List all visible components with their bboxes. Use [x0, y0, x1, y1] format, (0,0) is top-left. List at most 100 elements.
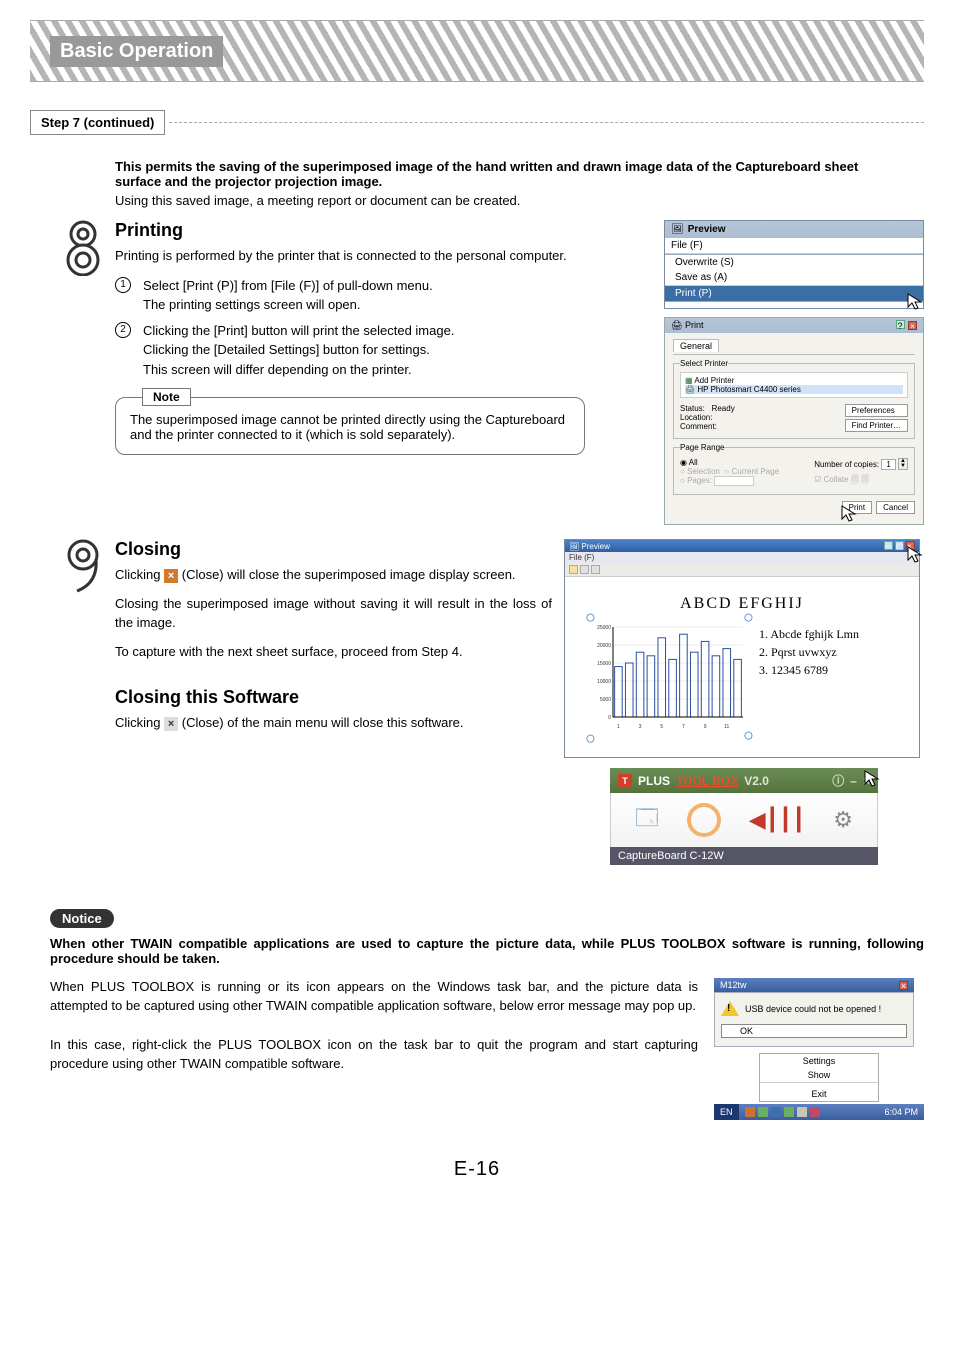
- superimposed-preview-window: 🖼 Preview ‒ ▢ × File (F) A: [564, 539, 920, 758]
- minimize-icon[interactable]: –: [850, 774, 857, 788]
- section-heading: Basic Operation: [50, 36, 223, 67]
- printing-lead: Printing is performed by the printer tha…: [115, 247, 644, 266]
- brand-plus: PLUS: [638, 774, 670, 788]
- overwrite-item[interactable]: Overwrite (S): [665, 255, 923, 270]
- copies-row: Number of copies: 1 ▲▼: [814, 458, 908, 470]
- print-dialog: 🖨 Print ? × General Select Printer ▦ Add…: [664, 317, 924, 525]
- printer-icon: 🖨: [671, 320, 682, 330]
- closing-p3: To capture with the next sheet surface, …: [115, 643, 552, 662]
- tool-icon[interactable]: [580, 565, 589, 574]
- print-dialog-title: Print: [685, 320, 704, 330]
- tray-icon[interactable]: [810, 1107, 820, 1117]
- tray-icon[interactable]: [758, 1107, 768, 1117]
- ctx-show[interactable]: Show: [760, 1068, 878, 1082]
- closing-p1: Clicking × (Close) will close the superi…: [115, 566, 552, 585]
- context-menu: Settings Show Exit: [759, 1053, 879, 1102]
- notice-p1: When PLUS TOOLBOX is running or its icon…: [50, 978, 698, 1016]
- tool-icon[interactable]: [569, 565, 578, 574]
- page-number: E-16: [30, 1158, 924, 1181]
- page-range-label: Page Range: [680, 443, 724, 452]
- range-selection: ○ Selection ○ Current Page: [680, 467, 779, 476]
- svg-text:1: 1: [617, 724, 620, 730]
- intro-sub: Using this saved image, a meeting report…: [115, 193, 884, 208]
- closing-p2: Closing the superimposed image without s…: [115, 595, 552, 633]
- tray-icon[interactable]: [771, 1107, 781, 1117]
- warning-icon: [721, 1001, 739, 1016]
- closing-title: Closing: [115, 539, 552, 560]
- close-icon: ×: [164, 569, 178, 583]
- svg-text:3: 3: [639, 724, 642, 730]
- capture-button[interactable]: [687, 803, 721, 837]
- big-preview-title: Preview: [581, 542, 609, 551]
- svg-text:25000: 25000: [597, 625, 611, 631]
- window-icon: 🖼: [671, 224, 684, 235]
- svg-text:9: 9: [704, 724, 707, 730]
- close-icon[interactable]: ×: [908, 321, 917, 330]
- saveas-item[interactable]: Save as (A): [665, 270, 923, 285]
- range-pages: ○ Pages:: [680, 476, 779, 486]
- feed-icon[interactable]: ◀┃┃┃: [749, 807, 806, 833]
- tray-icon[interactable]: [745, 1107, 755, 1117]
- step-chip: Step 7 (continued): [30, 110, 165, 135]
- close-icon[interactable]: ×: [899, 981, 908, 990]
- step-number-8-icon: [65, 220, 101, 525]
- cursor-icon: [864, 770, 882, 788]
- error-title: M12tw: [720, 980, 747, 990]
- settings-icon[interactable]: ⚙: [833, 807, 853, 833]
- file-menu[interactable]: File (F): [565, 552, 919, 563]
- ctx-settings[interactable]: Settings: [760, 1054, 878, 1068]
- taskbar: EN 6:04 PM: [714, 1104, 924, 1120]
- canvas-list-3: 3. 12345 6789: [759, 661, 859, 679]
- marker-circle-icon: ○: [743, 725, 754, 746]
- range-all[interactable]: ◉ All: [680, 458, 779, 467]
- printer-entry[interactable]: 🖨 HP Photosmart C4400 series: [685, 385, 903, 394]
- brand-version: V2.0: [744, 774, 769, 788]
- tray-icon[interactable]: [784, 1107, 794, 1117]
- canvas-heading: ABCD EFGHIJ: [587, 595, 897, 613]
- close-icon: ×: [164, 717, 178, 731]
- status-label: Status:: [680, 404, 705, 413]
- cursor-icon: [841, 505, 859, 523]
- general-tab[interactable]: General: [673, 339, 719, 352]
- collate-check: ☑ Collate 🗐 🗐: [814, 474, 908, 488]
- error-dialog: M12tw × USB device could not be opened !…: [714, 978, 914, 1047]
- select-printer-label: Select Printer: [680, 359, 728, 368]
- svg-text:15000: 15000: [597, 661, 611, 667]
- print-step-2: 2Clicking the [Print] button will print …: [115, 321, 644, 380]
- minimize-icon[interactable]: ‒: [884, 541, 893, 550]
- svg-text:5: 5: [660, 724, 663, 730]
- preview-title: Preview: [688, 224, 726, 235]
- canvas-list-1: 1. Abcde fghijk Lmn: [759, 625, 859, 643]
- maximize-icon[interactable]: ▢: [895, 541, 904, 550]
- scan-icon[interactable]: 🗔: [635, 801, 659, 839]
- help-icon[interactable]: ?: [896, 320, 905, 329]
- svg-text:20000: 20000: [597, 643, 611, 649]
- header-band: Basic Operation: [30, 20, 924, 82]
- tray-icon[interactable]: [797, 1107, 807, 1117]
- step-number-9-icon: [65, 539, 101, 865]
- canvas-list-2: 2. Pqrst uvwxyz: [759, 643, 859, 661]
- lang-indicator[interactable]: EN: [714, 1104, 739, 1120]
- add-printer-item[interactable]: ▦ Add Printer: [685, 376, 903, 385]
- tool-icon[interactable]: [591, 565, 600, 574]
- copies-value[interactable]: 1: [881, 459, 895, 470]
- ctx-exit[interactable]: Exit: [760, 1087, 878, 1101]
- spinner-icon[interactable]: ▲▼: [898, 458, 908, 470]
- note-label: Note: [142, 388, 191, 406]
- print-item[interactable]: Print (P): [665, 286, 923, 301]
- preferences-button[interactable]: Preferences: [845, 404, 908, 417]
- cursor-icon: [907, 293, 925, 311]
- ok-button[interactable]: OK: [721, 1024, 907, 1038]
- help-icon[interactable]: ⓘ: [832, 772, 844, 789]
- step-divider: [169, 122, 924, 123]
- closing-software-title: Closing this Software: [115, 687, 552, 708]
- svg-text:11: 11: [724, 724, 729, 730]
- notice-chip: Notice: [50, 909, 114, 928]
- toolbox-status: CaptureBoard C-12W: [610, 847, 878, 865]
- step-bar: Step 7 (continued): [30, 110, 924, 135]
- cursor-icon: [907, 546, 925, 564]
- file-menu-item[interactable]: File (F): [665, 238, 923, 254]
- dialog-cancel-button[interactable]: Cancel: [876, 501, 915, 514]
- print-step-1: 1Select [Print (P)] from [File (F)] of p…: [115, 276, 644, 315]
- find-printer-button[interactable]: Find Printer…: [845, 419, 908, 432]
